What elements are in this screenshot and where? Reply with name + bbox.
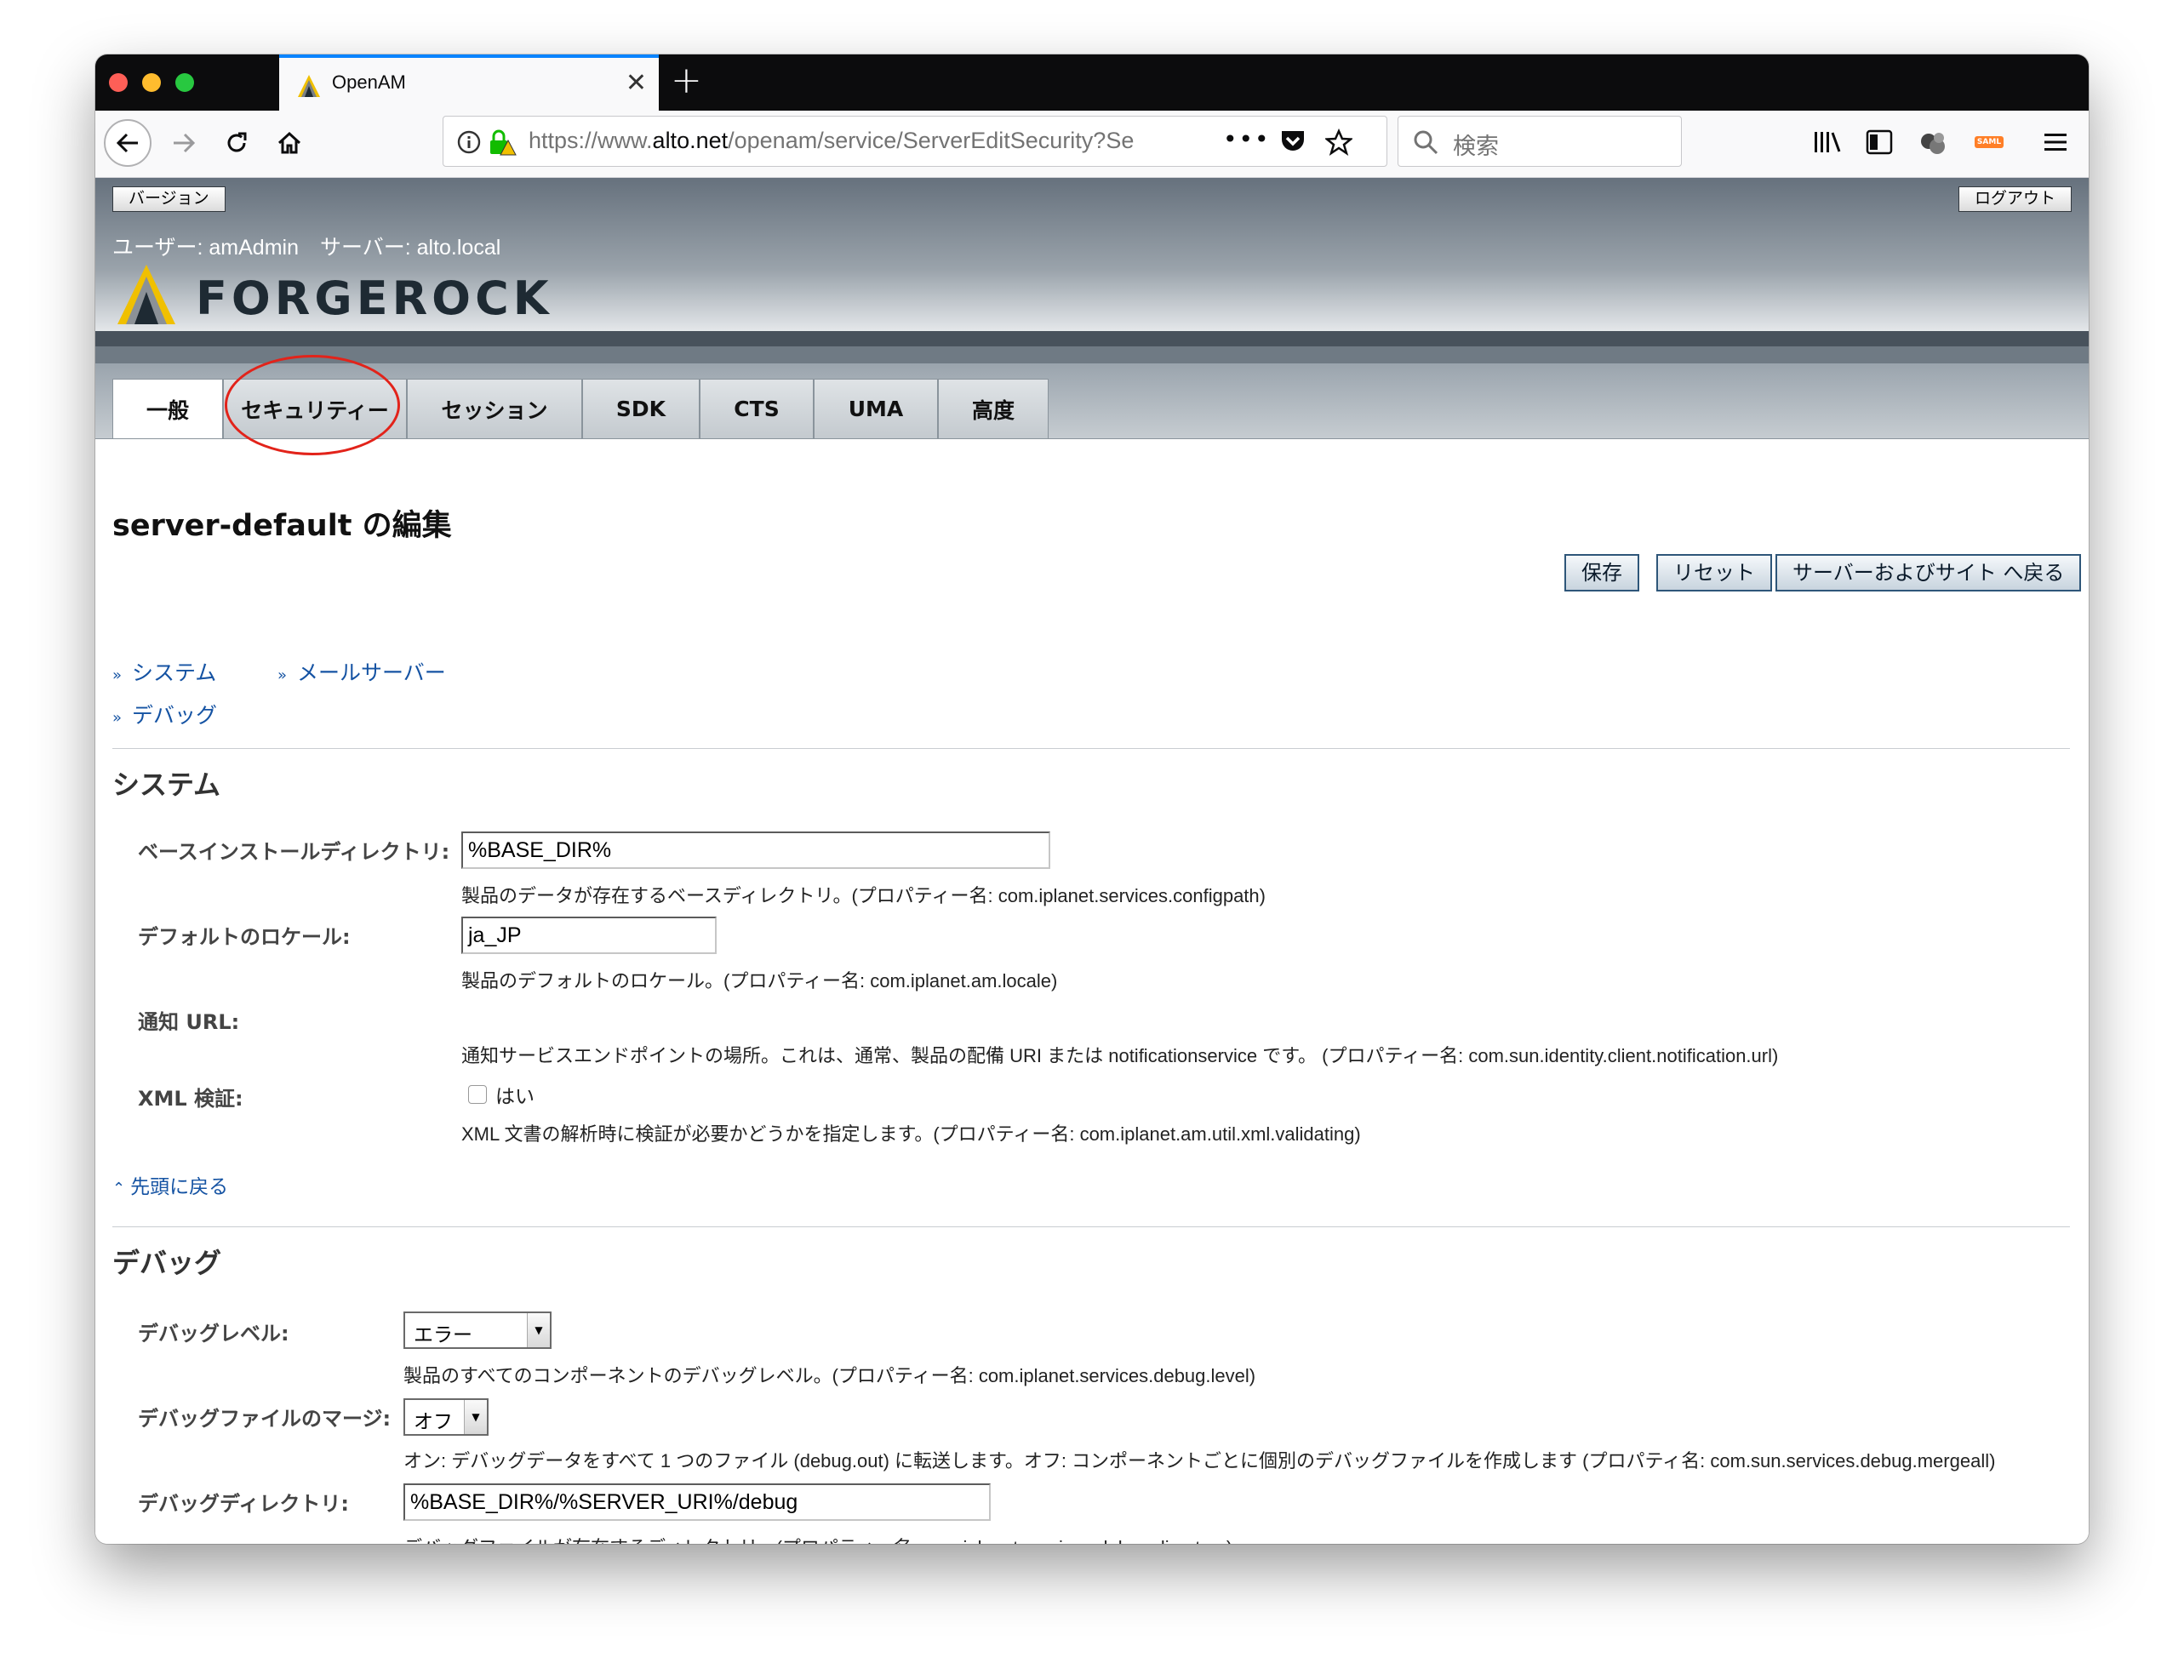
debug-dir-help: デバッグファイルが存在するディレクトリ。(プロパティー名: com.iplane…: [403, 1533, 1232, 1544]
section-heading-system: システム: [112, 769, 221, 801]
xml-validation-label: XML 検証:: [138, 1087, 243, 1111]
new-tab-icon[interactable]: +: [671, 60, 702, 102]
tab-session[interactable]: セッション: [407, 379, 582, 438]
base-dir-input[interactable]: %BASE_DIR%: [461, 831, 1050, 869]
back-to-servers-button[interactable]: サーバーおよびサイト へ戻る: [1775, 554, 2082, 591]
section-divider: [112, 748, 2070, 749]
logout-button[interactable]: ログアウト: [1958, 186, 2072, 212]
chevron-down-icon: »: [112, 709, 123, 727]
masthead-band-lower: [95, 346, 2089, 363]
url-text[interactable]: https://www.alto.net/openam/service/Serv…: [529, 128, 1192, 154]
forward-button[interactable]: [160, 119, 208, 167]
back-button[interactable]: [104, 119, 152, 167]
search-bar[interactable]: 検索: [1398, 116, 1682, 167]
extension-icon[interactable]: [1918, 128, 1947, 157]
section-divider: [112, 1226, 2070, 1227]
tab-cts[interactable]: CTS: [700, 379, 814, 438]
tab-advanced[interactable]: 高度: [938, 379, 1049, 438]
jump-link-mail-server[interactable]: » メールサーバー: [277, 656, 446, 687]
close-window-button[interactable]: [109, 73, 128, 92]
minimize-window-button[interactable]: [142, 73, 161, 92]
reset-button[interactable]: リセット: [1656, 554, 1772, 591]
reload-button[interactable]: [213, 119, 260, 167]
debug-level-label: デバッグレベル:: [138, 1322, 289, 1346]
page-actions-icon[interactable]: •••: [1223, 125, 1271, 153]
xml-validation-checkbox-label[interactable]: はい: [495, 1080, 535, 1109]
debug-merge-value: オフ: [414, 1411, 453, 1433]
forgerock-logo-icon: [117, 265, 175, 324]
base-dir-label: ベースインストールディレクトリ:: [138, 840, 450, 864]
dropdown-arrow-icon: ▼: [464, 1400, 487, 1434]
jump-link-debug[interactable]: » デバッグ: [112, 699, 217, 729]
debug-dir-input[interactable]: %BASE_DIR%/%SERVER_URI%/debug: [403, 1483, 991, 1521]
highlight-annotation-circle: [225, 355, 400, 455]
home-icon: [277, 131, 301, 154]
debug-dir-label: デバッグディレクトリ:: [138, 1492, 349, 1516]
tab-title: OpenAM: [332, 71, 406, 93]
tab-sdk[interactable]: SDK: [582, 379, 700, 438]
forward-arrow-icon: [174, 133, 196, 153]
web-page: バージョン ログアウト ユーザー: amAdmin サーバー: alto.loc…: [95, 178, 2089, 1544]
bookmark-star-icon[interactable]: [1325, 129, 1352, 156]
debug-merge-label: デバッグファイルのマージ:: [138, 1407, 392, 1431]
masthead-band: [95, 331, 2089, 346]
chevron-up-icon: ⌃: [112, 1180, 126, 1197]
reload-icon: [227, 132, 247, 152]
base-dir-help: 製品のデータが存在するベースディレクトリ。(プロパティー名: com.iplan…: [461, 885, 1266, 906]
notify-url-help: 通知サービスエンドポイントの場所。これは、通常、製品の配備 URI または no…: [461, 1045, 1779, 1066]
zoom-window-button[interactable]: [175, 73, 194, 92]
browser-window: OpenAM ✕ + https://www.alto.net/openam/s…: [95, 54, 2089, 1544]
section-heading-debug: デバッグ: [112, 1247, 222, 1279]
debug-level-help: 製品のすべてのコンポーネントのデバッグレベル。(プロパティー名: com.ipl…: [403, 1365, 1256, 1386]
debug-merge-help: オン: デバッグデータをすべて 1 つのファイル (debug.out) に転送…: [403, 1450, 1996, 1471]
search-icon: [1414, 130, 1438, 155]
library-icon[interactable]: [1813, 129, 1842, 155]
locale-label: デフォルトのロケール:: [138, 925, 351, 949]
close-tab-icon[interactable]: ✕: [626, 66, 647, 100]
debug-level-value: エラー: [414, 1324, 472, 1346]
pocket-icon[interactable]: [1279, 129, 1306, 154]
save-button[interactable]: 保存: [1564, 554, 1639, 591]
forgerock-logo-text: FORGEROCK: [196, 271, 553, 325]
notify-url-label: 通知 URL:: [138, 1010, 240, 1034]
dropdown-arrow-icon: ▼: [527, 1313, 550, 1347]
info-icon[interactable]: [457, 130, 481, 154]
saml-tracer-icon[interactable]: SAML: [1975, 136, 2004, 148]
xml-validation-help: XML 文書の解析時に検証が必要かどうかを指定します。(プロパティー名: com…: [461, 1123, 1361, 1145]
hamburger-menu-icon[interactable]: [2044, 131, 2068, 153]
chevron-down-icon: »: [277, 666, 288, 684]
tab-strip: OpenAM ✕ +: [95, 54, 2089, 111]
debug-level-select[interactable]: エラー ▼: [403, 1311, 552, 1349]
tab-general[interactable]: 一般: [112, 379, 223, 438]
browser-tab-openam[interactable]: OpenAM ✕: [279, 54, 659, 111]
forgerock-favicon-icon: [298, 75, 320, 97]
home-button[interactable]: [266, 119, 313, 167]
user-server-info: ユーザー: amAdmin サーバー: alto.local: [112, 236, 501, 260]
tab-uma[interactable]: UMA: [814, 379, 938, 438]
back-arrow-icon: [116, 133, 138, 153]
debug-merge-select[interactable]: オフ ▼: [403, 1398, 489, 1436]
sidebar-icon[interactable]: [1866, 129, 1893, 155]
page-title: server-default の編集: [112, 509, 452, 543]
version-button[interactable]: バージョン: [112, 186, 226, 212]
xml-validation-checkbox[interactable]: [468, 1085, 487, 1104]
back-to-top-link[interactable]: ⌃ 先頭に戻る: [112, 1170, 228, 1199]
lock-warning-icon[interactable]: [488, 129, 517, 156]
chevron-down-icon: »: [112, 666, 123, 684]
url-bar[interactable]: https://www.alto.net/openam/service/Serv…: [443, 116, 1387, 167]
locale-help: 製品のデフォルトのロケール。(プロパティー名: com.iplanet.am.l…: [461, 970, 1058, 991]
search-input[interactable]: 検索: [1453, 128, 1499, 161]
jump-link-system[interactable]: » システム: [112, 656, 216, 687]
locale-input[interactable]: ja_JP: [461, 917, 717, 954]
